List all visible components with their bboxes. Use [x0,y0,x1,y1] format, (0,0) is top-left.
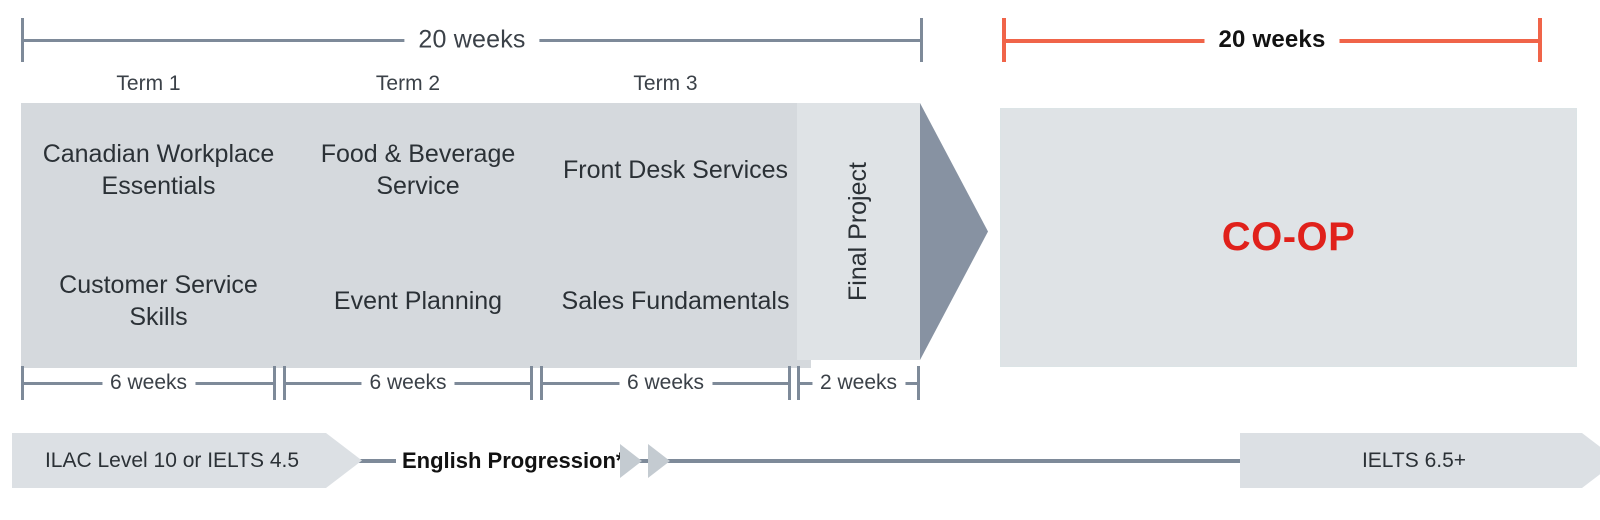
english-progression-label: English Progression* [396,448,631,474]
course-card-canadian-workplace-essentials[interactable]: Canadian Workplace Essentials [21,103,296,239]
course-card-food-beverage-service[interactable]: Food & Beverage Service [283,103,553,239]
week-bracket-label-final-project: 2 weeks [811,371,906,395]
term-label-1: Term 1 [116,72,181,95]
final-project-card[interactable]: Final Project [797,103,920,360]
week-bracket-term-1: 6 weeks [21,366,276,400]
top-bracket-academic: 20 weeks [21,18,923,62]
final-project-label: Final Project [844,162,873,301]
top-bracket-coop: 20 weeks [1002,18,1542,62]
program-timeline-diagram: 20 weeks 20 weeks Term 1 Term 2 Term 3 C… [0,0,1600,520]
coop-label: CO-OP [1221,215,1356,259]
term-label-3: Term 3 [633,72,698,95]
term-label-2: Term 2 [375,72,441,95]
course-card-event-planning[interactable]: Event Planning [283,236,553,368]
week-bracket-term-2: 6 weeks [283,366,533,400]
exit-requirement-chevron[interactable]: IELTS 6.5+ [1240,433,1600,488]
bracket-label-coop-weeks: 20 weeks [1204,26,1340,54]
progression-arrow-icon-1 [620,444,642,478]
entry-requirement-chevron[interactable]: ILAC Level 10 or IELTS 4.5 [12,433,362,488]
progression-arrow-icon-2 [648,444,670,478]
week-bracket-term-3: 6 weeks [540,366,791,400]
course-card-sales-fundamentals[interactable]: Sales Fundamentals [540,236,811,368]
exit-requirement-label: IELTS 6.5+ [1361,448,1467,472]
bracket-label-academic-weeks: 20 weeks [404,25,540,55]
coop-panel[interactable]: CO-OP [1000,108,1577,367]
week-bracket-label-term-1: 6 weeks [101,371,196,395]
week-bracket-final-project: 2 weeks [797,366,920,400]
course-card-customer-service-skills[interactable]: Customer Service Skills [21,236,296,368]
entry-requirement-label: ILAC Level 10 or IELTS 4.5 [44,448,300,472]
right-arrow-icon [920,103,988,360]
course-card-front-desk-services[interactable]: Front Desk Services [540,103,811,239]
week-bracket-label-term-3: 6 weeks [618,371,713,395]
week-bracket-label-term-2: 6 weeks [361,371,455,395]
